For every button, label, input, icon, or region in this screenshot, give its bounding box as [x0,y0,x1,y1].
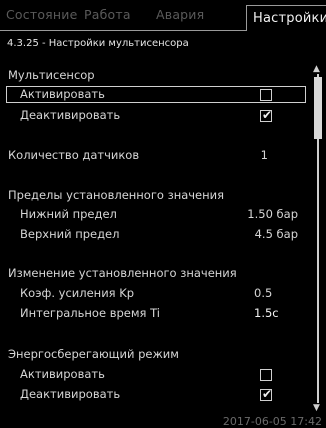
row-value: 4.5 бар [254,227,298,241]
scroll-down-arrow-icon[interactable]: ▼ [313,403,320,413]
row-label: Нижний предел [20,207,117,221]
checkbox-energy-deactivate[interactable]: ✔ [260,387,273,401]
row-label: Верхний предел [20,227,120,241]
section-title-text: Энергосберегающий режим [8,347,179,361]
checkbox-energy-activate[interactable] [260,369,272,381]
row-label: Коэф. усиления Kp [20,286,135,300]
checkbox-multisensor-deactivate[interactable]: ✔ [260,108,273,122]
check-icon: ✔ [262,108,273,122]
tab-status[interactable]: Состояние [6,7,77,22]
row-value: 1 [260,148,268,162]
option-label: Активировать [20,367,105,381]
tab-bar: Состояние Работа Авария Настройки [0,0,326,31]
option-label: Деактивировать [20,108,121,122]
scrollbar[interactable]: ▲ ▼ [313,64,324,413]
tab-settings[interactable]: Настройки [246,5,326,31]
section-title-text: Мультисенсор [8,68,95,82]
tab-underline [0,30,246,31]
section-title-text: Пределы установленного значения [8,188,225,202]
option-label: Активировать [20,87,105,101]
row-label: Интегральное время Ti [20,306,160,320]
option-label: Деактивировать [20,387,121,401]
row-label: Количество датчиков [8,148,140,162]
row-value: 0.5 [254,286,273,300]
settings-list: Мультисенсор Активировать Деактивировать… [0,60,312,415]
check-icon: ✔ [262,387,273,401]
row-value: 1.5с [254,306,279,320]
checkbox-multisensor-activate[interactable] [260,89,272,101]
row-value: 1.50 бар [247,207,298,221]
tab-operation[interactable]: Работа [84,7,131,22]
section-title-text: Изменение установленного значения [8,266,237,280]
tab-alarm[interactable]: Авария [156,7,204,22]
breadcrumb: 4.3.25 - Настройки мультисенсора [7,38,189,49]
scroll-up-arrow-icon[interactable]: ▲ [313,64,320,74]
scrollbar-thumb[interactable] [314,77,322,139]
timestamp: 2017-06-05 17:42 [222,415,322,428]
